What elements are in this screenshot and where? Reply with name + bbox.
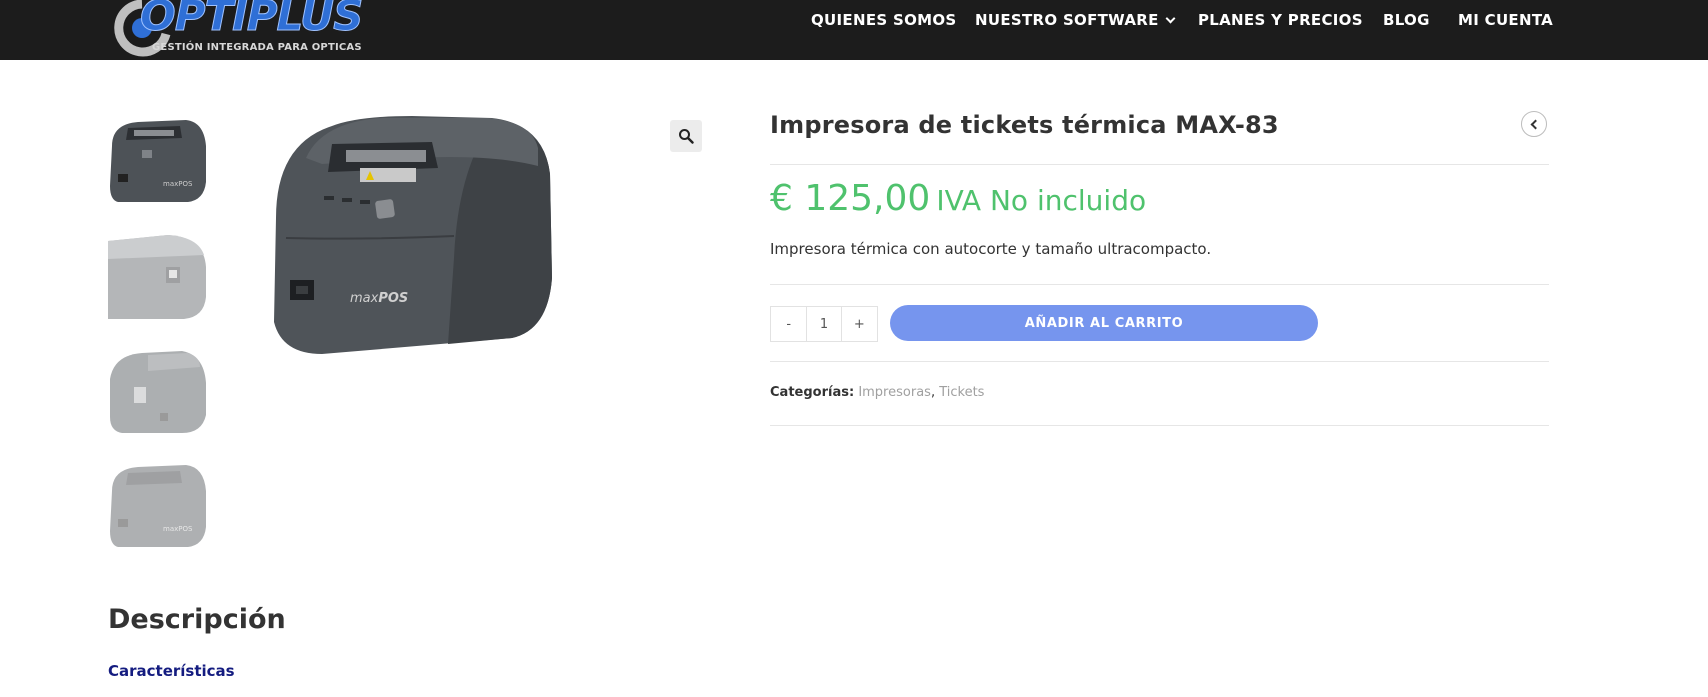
quantity-input[interactable]: 1 [806,307,842,341]
product-categories: Categorías: Impresoras, Tickets [770,385,984,400]
product-price: € 125,00 IVA No incluido [770,178,1146,219]
printer-angle-image: maxPOS [110,465,206,547]
gallery-thumbnail[interactable]: maxPOS [108,112,208,208]
description-heading: Descripción [108,604,286,635]
divider [770,361,1549,362]
search-icon [679,129,694,144]
chevron-down-icon [1165,13,1176,24]
printer-side-image [108,235,206,319]
gallery-thumbnail[interactable]: maxPOS [108,457,208,553]
back-button[interactable] [1521,111,1547,137]
svg-text:maxPOS: maxPOS [163,525,193,533]
product-main-image[interactable]: maxPOS [262,108,562,368]
nav-nuestro-software[interactable]: NUESTRO SOFTWARE [975,11,1176,29]
quantity-stepper: - 1 + [770,306,878,342]
price-amount: € 125,00 [770,178,931,219]
product-title: Impresora de tickets térmica MAX-83 [770,111,1279,139]
nav-planes-y-precios[interactable]: PLANES Y PRECIOS [1198,11,1363,29]
logo-wordmark: OPTIPLUS [139,0,363,40]
features-heading: Características [108,662,235,680]
nav-mi-cuenta[interactable]: MI CUENTA [1458,11,1553,29]
nav-blog[interactable]: BLOG [1383,11,1430,29]
divider [770,164,1549,165]
printer-open-image [110,351,206,433]
product-short-description: Impresora térmica con autocorte y tamaño… [770,240,1212,258]
svg-text:maxPOS: maxPOS [163,180,193,188]
site-header: OPTIPLUS GESTIÓN INTEGRADA PARA OPTICAS … [0,0,1708,60]
printer-front-image: maxPOS [110,120,206,202]
gallery-thumbnail[interactable] [108,227,208,323]
category-link-impresoras[interactable]: Impresoras [858,385,931,400]
price-suffix: IVA No incluido [936,184,1147,217]
add-to-cart-button[interactable]: AÑADIR AL CARRITO [890,305,1318,341]
chevron-left-icon [1530,119,1541,129]
divider [770,425,1549,426]
zoom-button[interactable] [670,120,702,152]
divider [770,284,1549,285]
site-logo[interactable]: OPTIPLUS GESTIÓN INTEGRADA PARA OPTICAS [112,0,364,58]
logo-tagline: GESTIÓN INTEGRADA PARA OPTICAS [152,42,362,53]
category-link-tickets[interactable]: Tickets [939,385,984,400]
categories-label: Categorías: [770,385,855,400]
nav-quienes-somos[interactable]: QUIENES SOMOS [811,11,957,29]
quantity-increase-button[interactable]: + [842,307,877,341]
category-separator: , [930,385,936,400]
gallery-thumbnail[interactable] [108,343,208,439]
svg-text:maxPOS: maxPOS [350,291,408,306]
quantity-decrease-button[interactable]: - [771,307,806,341]
nav-nuestro-software-label: NUESTRO SOFTWARE [975,11,1159,29]
